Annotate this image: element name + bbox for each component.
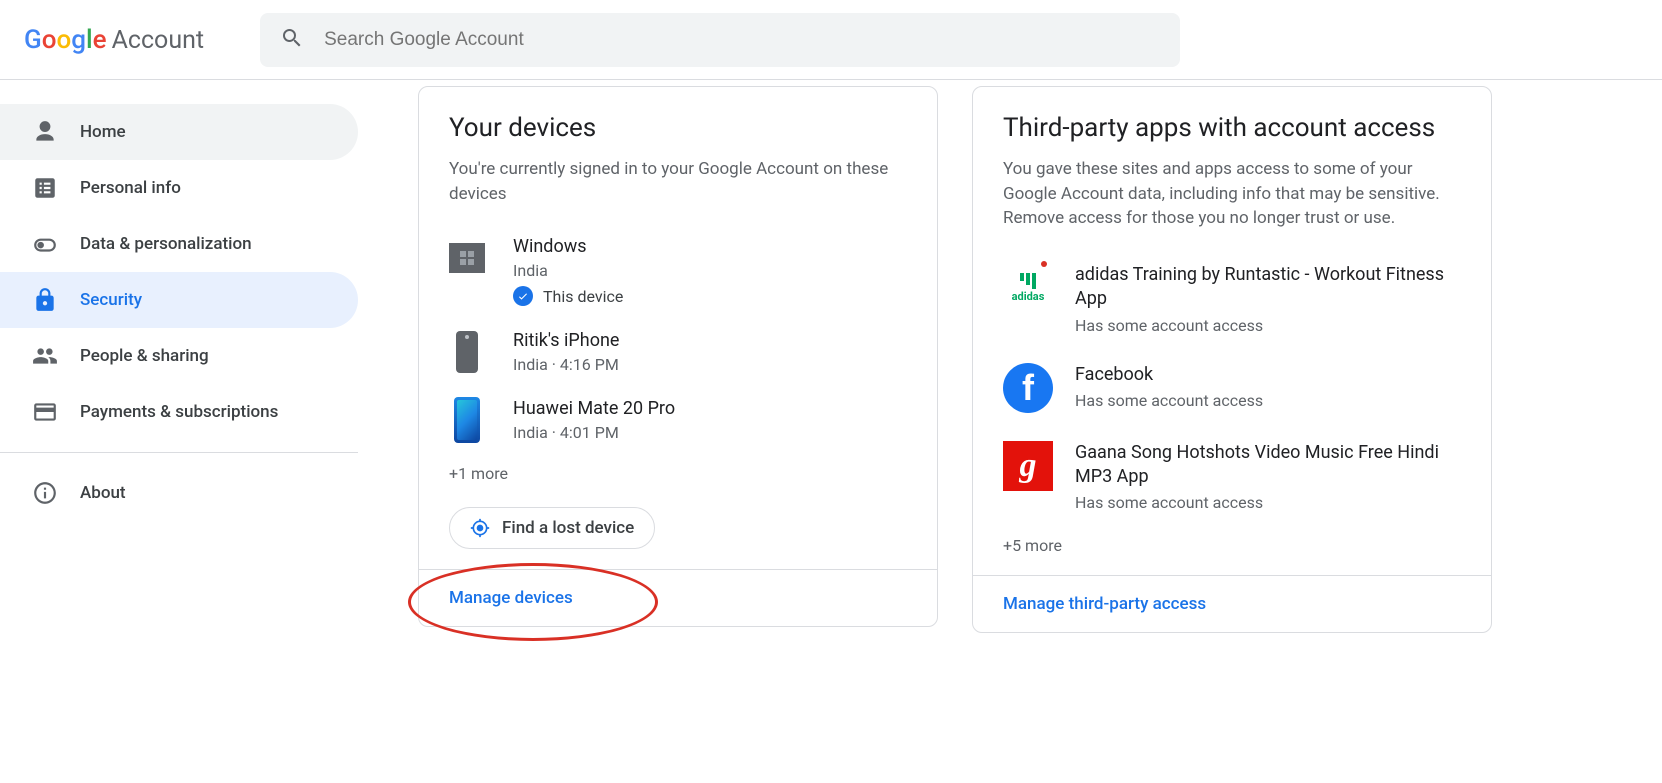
sidebar-item-label: Home <box>80 122 126 142</box>
app-name: Gaana Song Hotshots Video Music Free Hin… <box>1075 441 1461 490</box>
device-name: Huawei Mate 20 Pro <box>513 398 907 419</box>
app-row[interactable]: g Gaana Song Hotshots Video Music Free H… <box>1003 427 1461 527</box>
device-row[interactable]: Huawei Mate 20 Pro India · 4:01 PM <box>449 386 907 454</box>
device-sub: India <box>513 261 907 280</box>
sidebar-item-payments[interactable]: Payments & subscriptions <box>0 384 358 440</box>
devices-card-footer: Manage devices <box>419 569 937 626</box>
device-name: Windows <box>513 236 907 257</box>
device-sub: India · 4:16 PM <box>513 355 907 374</box>
google-account-logo[interactable]: Google Account <box>24 25 204 55</box>
manage-devices-link[interactable]: Manage devices <box>449 588 573 608</box>
devices-more[interactable]: +1 more <box>449 464 907 483</box>
app-name: adidas Training by Runtastic - Workout F… <box>1075 263 1461 312</box>
device-sub: India · 4:01 PM <box>513 423 907 442</box>
sidebar-item-label: Personal info <box>80 178 181 198</box>
check-icon <box>513 286 533 306</box>
manage-third-party-link[interactable]: Manage third-party access <box>1003 594 1206 614</box>
this-device-label: This device <box>543 287 623 306</box>
apps-card-title: Third-party apps with account access <box>1003 113 1461 143</box>
data-icon <box>32 231 58 257</box>
third-party-apps-card: Third-party apps with account access You… <box>972 86 1492 633</box>
logo-account-text: Account <box>112 26 205 55</box>
lock-icon <box>32 287 58 313</box>
sidebar-item-label: Data & personalization <box>80 234 252 254</box>
sidebar-item-data-personalization[interactable]: Data & personalization <box>0 216 358 272</box>
app-name: Facebook <box>1075 363 1461 387</box>
sidebar-item-people-sharing[interactable]: People & sharing <box>0 328 358 384</box>
info-icon <box>32 480 58 506</box>
people-icon <box>32 343 58 369</box>
sidebar-divider <box>0 452 358 453</box>
facebook-app-icon: f <box>1003 363 1053 413</box>
adidas-app-icon: adidas <box>1003 263 1053 313</box>
find-lost-label: Find a lost device <box>502 518 634 538</box>
apps-card-description: You gave these sites and apps access to … <box>1003 157 1461 231</box>
device-row[interactable]: Ritik's iPhone India · 4:16 PM <box>449 318 907 386</box>
search-icon <box>280 26 304 54</box>
app-sub: Has some account access <box>1075 391 1461 410</box>
payments-icon <box>32 399 58 425</box>
sidebar: Home Personal info Data & personalizatio… <box>0 80 358 673</box>
personal-info-icon <box>32 175 58 201</box>
apps-more[interactable]: +5 more <box>1003 536 1461 555</box>
search-input[interactable] <box>324 29 1160 51</box>
windows-device-icon <box>449 236 485 280</box>
device-name: Ritik's iPhone <box>513 330 907 351</box>
sidebar-item-label: About <box>80 483 126 503</box>
gaana-app-icon: g <box>1003 441 1053 491</box>
main: Your devices You're currently signed in … <box>358 80 1662 673</box>
topbar: Google Account <box>0 0 1662 80</box>
devices-card-title: Your devices <box>449 113 907 143</box>
content: Home Personal info Data & personalizatio… <box>0 80 1662 673</box>
target-icon <box>470 518 490 538</box>
apps-card-footer: Manage third-party access <box>973 575 1491 632</box>
app-sub: Has some account access <box>1075 493 1461 512</box>
sidebar-item-label: People & sharing <box>80 346 209 366</box>
device-row[interactable]: Windows India This device <box>449 224 907 318</box>
sidebar-item-personal-info[interactable]: Personal info <box>0 160 358 216</box>
sidebar-item-security[interactable]: Security <box>0 272 358 328</box>
devices-card: Your devices You're currently signed in … <box>418 86 938 627</box>
sidebar-item-about[interactable]: About <box>0 465 358 521</box>
search-container[interactable] <box>260 13 1180 67</box>
sidebar-item-home[interactable]: Home <box>0 104 358 160</box>
sidebar-item-label: Security <box>80 290 142 310</box>
app-row[interactable]: f Facebook Has some account access <box>1003 349 1461 427</box>
find-lost-device-button[interactable]: Find a lost device <box>449 507 655 549</box>
app-sub: Has some account access <box>1075 316 1461 335</box>
sidebar-item-label: Payments & subscriptions <box>80 402 278 422</box>
iphone-device-icon <box>449 330 485 374</box>
home-icon <box>32 119 58 145</box>
devices-card-description: You're currently signed in to your Googl… <box>449 157 907 206</box>
android-device-icon <box>449 398 485 442</box>
app-row[interactable]: adidas adidas Training by Runtastic - Wo… <box>1003 249 1461 349</box>
